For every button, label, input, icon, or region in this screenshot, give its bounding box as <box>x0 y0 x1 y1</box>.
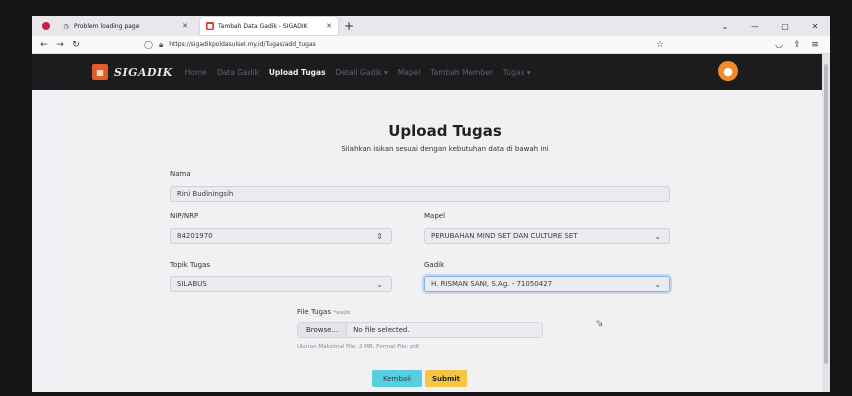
nip-value: 84201970 <box>177 232 213 240</box>
page-title: Upload Tugas <box>388 122 502 140</box>
mapel-label: Mapel <box>424 212 446 220</box>
user-avatar-icon[interactable]: ● <box>718 61 738 81</box>
gadik-label: Gadik <box>424 261 445 269</box>
maximize-icon[interactable]: ▢ <box>770 22 800 31</box>
toolbar-right: ◡ ⇪ ≡ <box>770 36 824 54</box>
url-text[interactable]: https://sigadikpoldasulsel.my.id/Tugas/a… <box>169 41 656 48</box>
firefox-icon <box>42 22 50 30</box>
pocket-icon[interactable]: ◡ <box>770 40 788 50</box>
shield-icon: ◯ <box>144 40 153 49</box>
sigadik-favicon-icon: ■ <box>206 22 214 30</box>
topik-select[interactable]: SILABUS ⌄ <box>170 276 392 292</box>
nav-data-gadik[interactable]: Data Gadik <box>217 68 259 77</box>
caret-down-icon: ▾ <box>526 67 531 77</box>
nama-label: Nama <box>170 170 191 178</box>
bookmark-star-icon[interactable]: ☆ <box>656 40 664 50</box>
back-icon[interactable]: ← <box>36 40 52 50</box>
browser-window: ◷ Problem loading page ✕ ■ Tambah Data G… <box>32 16 830 392</box>
kembali-button[interactable]: Kembali <box>372 370 422 387</box>
nip-field[interactable]: 84201970 ⇕ <box>170 228 392 244</box>
nav-mapel[interactable]: Mapel <box>398 68 421 77</box>
site-menu: Home Data Gadik Upload Tugas Detail Gadi… <box>185 68 531 77</box>
lock-icon: 🔒︎ <box>158 39 164 49</box>
gadik-select[interactable]: H. RISMAN SANI, S.Ag. - 71050427 ⌄ <box>424 276 670 292</box>
tab-strip: ◷ Problem loading page ✕ ■ Tambah Data G… <box>32 16 830 36</box>
chevron-down-icon: ⌄ <box>654 279 661 289</box>
topik-value: SILABUS <box>177 280 207 288</box>
file-label-text: File Tugas <box>297 308 331 316</box>
share-icon[interactable]: ⇪ <box>788 40 806 50</box>
mouse-cursor-icon: ⇘ <box>595 318 604 329</box>
window-controls: ⌄ — ▢ ✕ <box>710 16 830 36</box>
forward-icon[interactable]: → <box>52 40 68 50</box>
page-subtitle: Silahkan isikan sesuai dengan kebutuhan … <box>341 145 549 153</box>
sigadik-logo-icon: ▦ <box>92 64 108 80</box>
submit-button[interactable]: Submit <box>425 370 467 387</box>
tab-label: Problem loading page <box>74 22 140 30</box>
clock-icon: ◷ <box>63 22 69 30</box>
file-input[interactable]: Browse... No file selected. <box>297 322 543 338</box>
mapel-select[interactable]: PERUBAHAN MIND SET DAN CULTURE SET ⌄ <box>424 228 670 244</box>
nama-field[interactable]: Rini Budiningsih <box>170 186 670 202</box>
topik-label: Topik Tugas <box>170 261 211 269</box>
new-tab-button[interactable]: + <box>344 19 354 33</box>
browse-button[interactable]: Browse... <box>298 323 348 337</box>
nav-label: Tugas <box>502 67 525 77</box>
nav-tugas[interactable]: Tugas ▾ <box>503 68 531 77</box>
reload-icon[interactable]: ↻ <box>68 40 84 50</box>
minimize-icon[interactable]: — <box>740 22 770 31</box>
scrollbar-thumb[interactable] <box>824 64 828 364</box>
nav-upload-tugas[interactable]: Upload Tugas <box>269 68 326 77</box>
file-label: File Tugas *wajib <box>297 308 350 316</box>
tab-close-icon[interactable]: ✕ <box>182 22 188 30</box>
required-hint: *wajib <box>333 310 351 316</box>
nav-home[interactable]: Home <box>185 68 207 77</box>
chevron-down-icon: ⌄ <box>654 231 661 241</box>
gadik-value: H. RISMAN SANI, S.Ag. - 71050427 <box>431 280 553 288</box>
nav-label: Detail Gadik <box>335 67 382 77</box>
tab-label: Tambah Data Gadik - SIGADIK <box>218 22 308 30</box>
tab-tambah-data-gadik[interactable]: ■ Tambah Data Gadik - SIGADIK ✕ <box>200 17 338 35</box>
nav-tambah-member[interactable]: Tambah Member <box>430 68 493 77</box>
nav-detail-gadik[interactable]: Detail Gadik ▾ <box>336 68 388 77</box>
file-size-hint: Ukuran Maksimal File: 2 MB, Format File:… <box>297 344 420 350</box>
page-scrollbar[interactable] <box>822 54 830 392</box>
address-bar[interactable]: ◯ 🔒︎ https://sigadikpoldasulsel.my.id/Tu… <box>144 38 664 52</box>
site-brand[interactable]: SIGADIK <box>114 66 173 79</box>
caret-down-icon: ▾ <box>384 67 388 77</box>
tab-close-icon[interactable]: ✕ <box>326 22 332 30</box>
mapel-value: PERUBAHAN MIND SET DAN CULTURE SET <box>431 232 578 240</box>
browser-toolbar: ← → ↻ ◯ 🔒︎ https://sigadikpoldasulsel.my… <box>32 36 830 54</box>
nip-label: NIP/NRP <box>170 212 199 220</box>
menu-icon[interactable]: ≡ <box>806 40 824 50</box>
close-window-icon[interactable]: ✕ <box>800 22 830 31</box>
nama-value: Rini Budiningsih <box>177 190 234 198</box>
file-status: No file selected. <box>353 326 410 334</box>
site-navbar: ▦ SIGADIK Home Data Gadik Upload Tugas D… <box>32 54 830 90</box>
chevron-down-icon: ⌄ <box>376 279 383 289</box>
number-spinner-icon[interactable]: ⇕ <box>376 232 383 241</box>
tab-list-icon[interactable]: ⌄ <box>710 22 740 31</box>
upload-tugas-form: Upload Tugas Silahkan isikan sesuai deng… <box>68 90 822 392</box>
tab-problem-loading[interactable]: ◷ Problem loading page ✕ <box>56 17 194 35</box>
